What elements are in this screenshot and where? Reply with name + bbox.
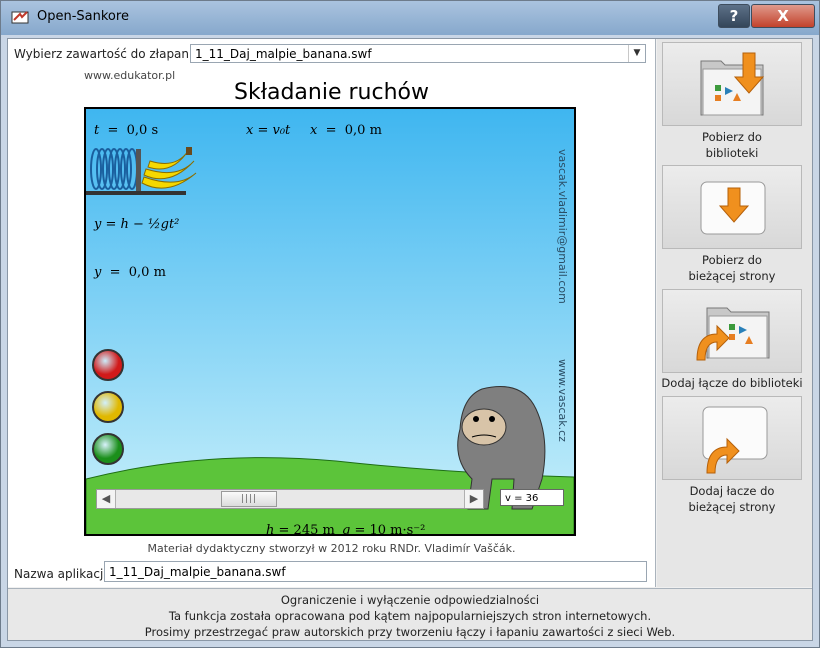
capture-label: Wybierz zawartość do złapania: [14, 47, 200, 61]
capture-panel: Wybierz zawartość do złapania 1_11_Daj_m…: [8, 39, 656, 587]
author-email: vascak.vladimir@gmail.com: [556, 149, 569, 304]
yellow-button[interactable]: [92, 391, 124, 423]
slider-thumb[interactable]: ||||: [221, 491, 277, 507]
bananas-icon: [141, 147, 197, 189]
h-readout: h = 245 m: [266, 523, 335, 536]
app-logo-icon: [11, 11, 29, 24]
disclaimer: Ograniczenie i wyłączenie odpowiedzialno…: [8, 588, 812, 640]
disclaimer-title: Ograniczenie i wyłączenie odpowiedzialno…: [280, 593, 540, 607]
author-credit: Materiał dydaktyczny stworzył w 2012 rok…: [147, 542, 516, 555]
app-window: Open-Sankore ? X Wybierz zawartość do zł…: [0, 0, 820, 648]
download-to-page-button[interactable]: [662, 165, 802, 249]
red-button[interactable]: [92, 349, 124, 381]
slider-right-icon[interactable]: ▶: [464, 490, 483, 508]
app-name-input[interactable]: 1_11_Daj_malpie_banana.swf: [104, 561, 647, 582]
actions-panel: Pobierz do biblioteki Pobierz do bieżącej …: [657, 39, 812, 587]
folder-download-icon: [700, 52, 765, 116]
simulation-title: Składanie ruchów: [234, 80, 429, 105]
page-link-icon: [702, 406, 768, 474]
velocity-input[interactable]: v = 36: [500, 489, 564, 506]
disclaimer-text-1: Ta funkcja została opracowana pod kątem …: [168, 609, 652, 623]
x-readout: x = 0,0 m: [310, 123, 382, 138]
slider-left-icon[interactable]: ◀: [97, 490, 116, 508]
x-equation: x = v₀t: [246, 123, 291, 138]
simulation-canvas[interactable]: t = 0,0 s x = v₀t x = 0,0 m y = h − ½gt²…: [84, 107, 576, 536]
main-content: Wybierz zawartość do złapania 1_11_Daj_m…: [7, 38, 813, 641]
download-to-page-label: Pobierz do bieżącej strony: [688, 253, 776, 283]
disclaimer-text-2: Prosimy przestrzegać praw autorskich prz…: [144, 625, 676, 639]
y-equation: y = h − ½gt²: [94, 217, 180, 232]
link-to-library-label: Dodaj łącze do biblioteki: [661, 376, 803, 390]
folder-link-icon: [696, 307, 770, 361]
close-button[interactable]: X: [751, 4, 815, 28]
link-to-library-button[interactable]: [662, 289, 802, 373]
title-bar[interactable]: Open-Sankore ? X: [1, 1, 819, 35]
g-readout: g = 10 m·s⁻²: [342, 523, 426, 536]
capture-select-value: 1_11_Daj_malpie_banana.swf: [195, 47, 372, 61]
help-button[interactable]: ?: [718, 4, 750, 28]
link-to-page-label: Dodaj łacze do bieżącej strony: [688, 484, 776, 514]
page-download-icon: [700, 181, 766, 235]
window-title: Open-Sankore: [37, 9, 129, 24]
link-to-page-button[interactable]: [662, 396, 802, 480]
velocity-slider[interactable]: ◀ |||| ▶: [96, 489, 484, 509]
chevron-down-icon[interactable]: ▼: [628, 45, 645, 62]
download-to-library-label: Pobierz do biblioteki: [702, 130, 762, 160]
download-to-library-button[interactable]: [662, 42, 802, 126]
capture-select[interactable]: 1_11_Daj_malpie_banana.swf ▼: [190, 44, 646, 63]
t-readout: t = 0,0 s: [94, 123, 159, 138]
app-name-label: Nazwa aplikacji: [14, 567, 107, 581]
y-readout: y = 0,0 m: [94, 265, 166, 280]
